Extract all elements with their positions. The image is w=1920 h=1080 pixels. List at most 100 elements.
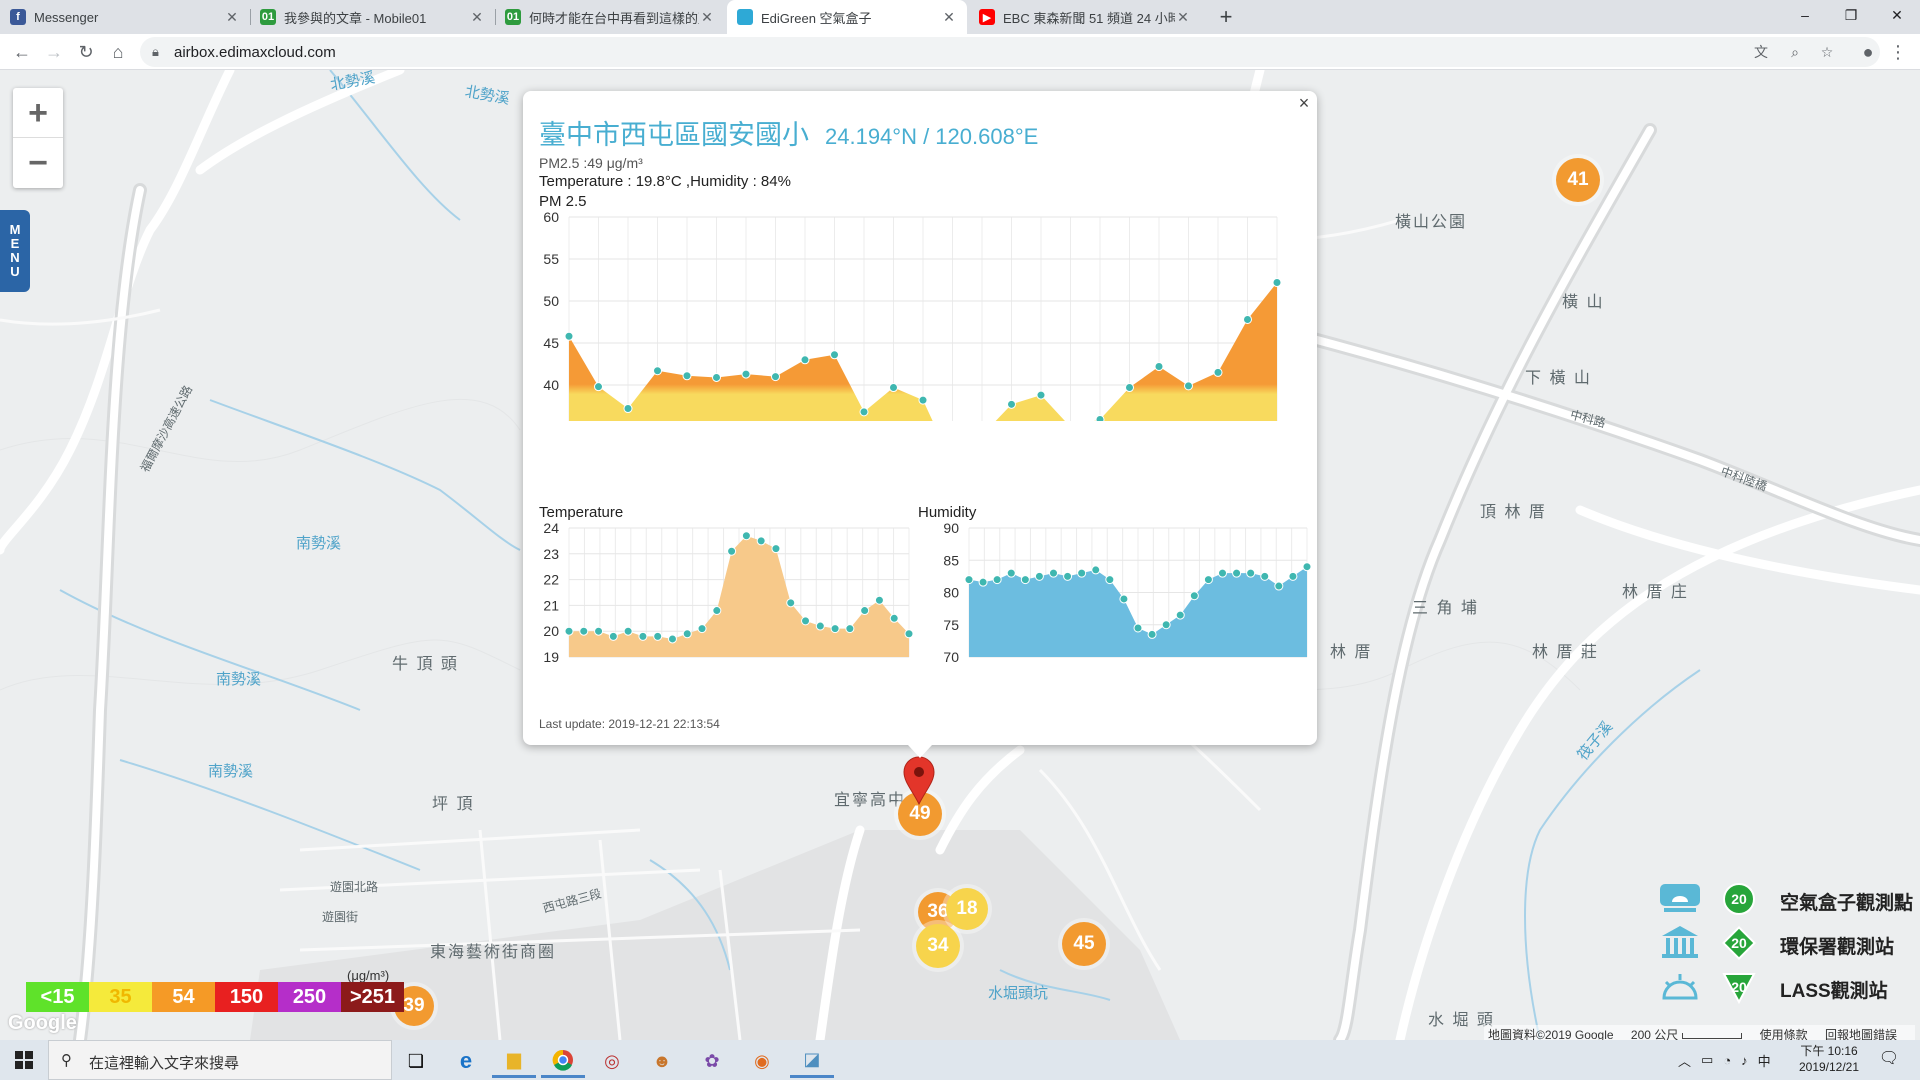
ime-indicator[interactable]: 中: [1758, 1051, 1771, 1070]
data-point[interactable]: [874, 595, 884, 605]
data-point[interactable]: [1189, 591, 1199, 601]
tab-close-icon[interactable]: ✕: [224, 9, 240, 26]
data-point[interactable]: [1006, 568, 1016, 578]
close-window-button[interactable]: ✕: [1874, 0, 1920, 30]
data-point[interactable]: [1077, 568, 1087, 578]
data-point[interactable]: [638, 631, 648, 641]
data-point[interactable]: [1274, 581, 1284, 591]
data-point[interactable]: [978, 577, 988, 587]
minimize-button[interactable]: –: [1782, 0, 1828, 30]
data-point[interactable]: [1125, 383, 1134, 393]
data-point[interactable]: [697, 624, 707, 634]
notification-icon[interactable]: 🗨︎: [1876, 1048, 1902, 1072]
data-point[interactable]: [889, 383, 898, 393]
zoom-out-button[interactable]: −: [13, 138, 63, 188]
browser-tab[interactable]: EdiGreen 空氣盒子 ✕: [727, 0, 967, 34]
start-button[interactable]: [0, 1040, 48, 1080]
network-icon[interactable]: ◔: [1723, 1053, 1731, 1068]
data-point[interactable]: [1049, 568, 1058, 578]
data-point[interactable]: [1020, 575, 1030, 585]
data-point[interactable]: [623, 404, 633, 414]
tab-close-icon[interactable]: ✕: [1175, 9, 1191, 26]
data-point[interactable]: [667, 634, 677, 644]
zoom-in-button[interactable]: +: [13, 88, 63, 138]
data-point[interactable]: [682, 629, 692, 639]
data-point[interactable]: [1119, 594, 1129, 604]
data-point[interactable]: [860, 606, 870, 616]
browser-tab[interactable]: 01 何時才能在台中再看到這樣的藍天✕: [495, 0, 725, 34]
data-point[interactable]: [859, 407, 869, 417]
data-point[interactable]: [653, 631, 663, 641]
station-legend-row[interactable]: 20 環保署觀測站: [1658, 924, 1920, 968]
home-icon[interactable]: ⌂: [104, 38, 132, 66]
new-tab-button[interactable]: +: [1214, 4, 1238, 30]
browser-tab[interactable]: 01 我參與的文章 - Mobile01 ✕: [250, 0, 495, 34]
data-point[interactable]: [1232, 568, 1242, 578]
edge-browser-icon[interactable]: e: [444, 1044, 488, 1078]
browser-tab[interactable]: ▶ EBC 東森新聞 51 頻道 24 小時 ✕: [969, 0, 1201, 34]
back-arrow-icon[interactable]: ←: [8, 38, 36, 66]
data-point[interactable]: [594, 382, 603, 392]
data-point[interactable]: [1105, 575, 1115, 585]
address-bar[interactable]: 🔒︎ airbox.edimaxcloud.com 文 ⌕ ☆: [140, 37, 1880, 67]
data-point[interactable]: [1036, 390, 1046, 400]
data-point[interactable]: [964, 575, 974, 585]
taskbar-search[interactable]: ⚲ 在這裡輸入文字來搜尋: [48, 1040, 392, 1080]
data-point[interactable]: [1288, 571, 1298, 581]
data-point[interactable]: [1091, 565, 1101, 575]
data-point[interactable]: [741, 369, 751, 379]
data-point[interactable]: [771, 544, 781, 554]
data-point[interactable]: [830, 624, 840, 634]
data-point[interactable]: [992, 575, 1002, 585]
station-legend-row[interactable]: 20 LASS觀測站: [1658, 968, 1920, 1012]
data-point[interactable]: [800, 355, 810, 365]
data-point[interactable]: [801, 616, 811, 626]
data-point[interactable]: [564, 626, 574, 636]
data-point[interactable]: [1302, 562, 1312, 572]
tab-close-icon[interactable]: ✕: [469, 9, 485, 26]
data-point[interactable]: [1147, 629, 1157, 639]
data-point[interactable]: [741, 531, 751, 541]
data-point[interactable]: [786, 598, 796, 608]
data-point[interactable]: [594, 626, 604, 636]
forward-arrow-icon[interactable]: →: [40, 38, 68, 66]
data-point[interactable]: [712, 606, 722, 616]
data-point[interactable]: [918, 395, 928, 405]
zoom-icon[interactable]: ⌕: [1784, 41, 1806, 63]
close-popup-button[interactable]: ×: [1295, 93, 1313, 113]
data-point[interactable]: [564, 331, 574, 341]
data-point[interactable]: [845, 624, 855, 634]
data-point[interactable]: [1154, 362, 1164, 372]
data-point[interactable]: [579, 626, 589, 636]
data-point[interactable]: [815, 621, 825, 631]
translate-icon[interactable]: 文: [1750, 41, 1772, 63]
menu-tab[interactable]: MENU: [0, 210, 30, 292]
data-point[interactable]: [830, 350, 839, 360]
data-point[interactable]: [1161, 620, 1171, 630]
battery-icon[interactable]: ▭: [1701, 1052, 1713, 1068]
reload-icon[interactable]: ↻: [72, 38, 100, 66]
app-icon-1[interactable]: ◎: [590, 1044, 634, 1078]
data-point[interactable]: [771, 372, 780, 382]
report-map-error-link[interactable]: 回報地圖錯誤: [1825, 1028, 1897, 1040]
data-point[interactable]: [756, 536, 766, 546]
data-point[interactable]: [1218, 568, 1227, 578]
data-point[interactable]: [712, 372, 721, 382]
data-point[interactable]: [889, 613, 899, 623]
data-point[interactable]: [653, 366, 662, 376]
data-point[interactable]: [1007, 399, 1016, 409]
data-point[interactable]: [623, 626, 633, 636]
volume-icon[interactable]: ♪: [1741, 1053, 1748, 1068]
data-point[interactable]: [1203, 575, 1213, 585]
marker-cluster[interactable]: 45: [1062, 922, 1106, 966]
taskbar-clock[interactable]: 下午 10:16 2019/12/21: [1794, 1043, 1864, 1075]
browser-tab[interactable]: f Messenger ✕: [0, 0, 250, 34]
marker-cluster[interactable]: 34: [916, 924, 960, 968]
app-icon-3[interactable]: ✿: [690, 1044, 734, 1078]
station-legend-row[interactable]: 20 空氣盒子觀測點: [1658, 880, 1920, 924]
data-point[interactable]: [1184, 381, 1193, 391]
tab-close-icon[interactable]: ✕: [699, 9, 715, 26]
data-point[interactable]: [682, 371, 692, 381]
data-point[interactable]: [608, 631, 618, 641]
chrome-browser-icon[interactable]: [541, 1044, 585, 1078]
